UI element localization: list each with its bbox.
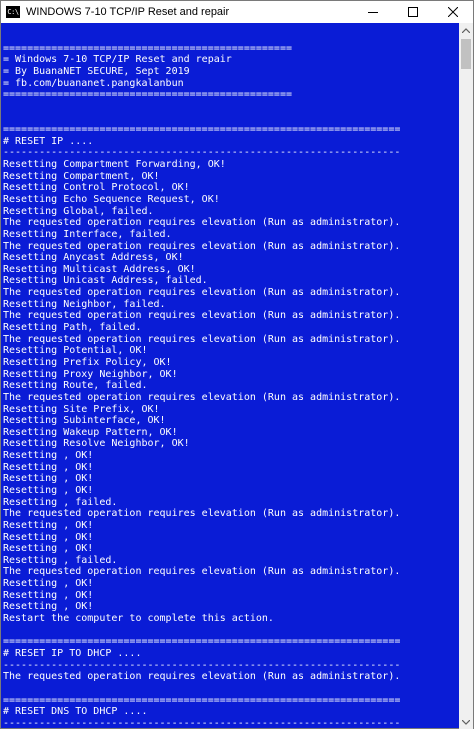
title-bar[interactable]: C:\ WINDOWS 7-10 TCP/IP Reset and repair (1, 1, 473, 23)
console-line: ========================================… (3, 124, 401, 136)
chevron-down-icon (462, 719, 470, 725)
console-line: # RESET DNS TO DHCP .... (3, 706, 148, 718)
console-line: Resetting Site Prefix, OK! (3, 403, 160, 415)
console-line: Resetting Multicast Address, OK! (3, 263, 196, 275)
console-line: Resetting , failed. (3, 554, 118, 566)
console-line: The requested operation requires elevati… (3, 310, 401, 322)
console-line: The requested operation requires elevati… (3, 333, 401, 345)
console-line: Resetting Potential, OK! (3, 345, 148, 357)
console-line: Resetting Echo Sequence Request, OK! (3, 193, 220, 205)
console-line: Resetting , OK! (3, 450, 94, 462)
minimize-button[interactable] (353, 1, 393, 23)
console-line: The requested operation requires elevati… (3, 566, 401, 578)
maximize-button[interactable] (393, 1, 433, 23)
chevron-up-icon (462, 27, 470, 33)
console-line: Resetting Resolve Neighbor, OK! (3, 438, 190, 450)
console-window: C:\ WINDOWS 7-10 TCP/IP Reset and repair… (0, 0, 474, 729)
scroll-down-button[interactable] (459, 715, 473, 729)
console-line: Resetting , OK! (3, 601, 94, 613)
console-line: Resetting Neighbor, failed. (3, 298, 166, 310)
console-line: Resetting Subinterface, OK! (3, 415, 166, 427)
console-line: ========================================… (3, 42, 292, 54)
console-line: Resetting Unicast Address, failed. (3, 275, 208, 287)
console-line: # RESET IP .... (3, 135, 94, 147)
console-line: The requested operation requires elevati… (3, 508, 401, 520)
console-line: The requested operation requires elevati… (3, 391, 401, 403)
console-line: Resetting , OK! (3, 484, 94, 496)
scrollbar-thumb[interactable] (461, 39, 471, 69)
console-output[interactable]: ========================================… (1, 23, 459, 729)
window-controls (353, 1, 473, 23)
console-line: Resetting , OK! (3, 589, 94, 601)
console-line: Resetting Interface, failed. (3, 228, 172, 240)
console-line: = fb.com/buananet.pangkalanbun (3, 77, 184, 89)
console-line: ----------------------------------------… (3, 659, 401, 671)
console-line: Resetting , OK! (3, 519, 94, 531)
close-button[interactable] (433, 1, 473, 23)
console-line: Resetting Prefix Policy, OK! (3, 356, 172, 368)
console-line: The requested operation requires elevati… (3, 240, 401, 252)
console-line: Resetting Global, failed. (3, 205, 154, 217)
console-line: Resetting Compartment Forwarding, OK! (3, 159, 226, 171)
console-line: The requested operation requires elevati… (3, 217, 401, 229)
console-line: = By BuanaNET SECURE, Sept 2019 (3, 65, 190, 77)
console-line: Resetting , OK! (3, 531, 94, 543)
console-app-icon[interactable]: C:\ (6, 6, 20, 18)
console-line: ========================================… (3, 636, 401, 648)
console-text: ========================================… (1, 23, 459, 729)
console-line: Resetting , OK! (3, 461, 94, 473)
console-line: ========================================… (3, 89, 292, 101)
scroll-up-button[interactable] (459, 23, 473, 37)
window-title: WINDOWS 7-10 TCP/IP Reset and repair (26, 6, 230, 18)
console-line: Resetting Compartment, OK! (3, 170, 160, 182)
console-line: The requested operation requires elevati… (3, 671, 401, 683)
console-line: Resetting Wakeup Pattern, OK! (3, 426, 178, 438)
console-line: ========================================… (3, 694, 401, 706)
console-line: = Windows 7-10 TCP/IP Reset and repair (3, 54, 232, 66)
console-line: Resetting Proxy Neighbor, OK! (3, 368, 178, 380)
console-line: # RESET IP TO DHCP .... (3, 647, 142, 659)
minimize-icon (368, 12, 378, 13)
console-line: Resetting , OK! (3, 473, 94, 485)
console-line: ----------------------------------------… (3, 717, 401, 729)
console-line: Restart the computer to complete this ac… (3, 613, 274, 625)
console-line: Resetting Anycast Address, OK! (3, 252, 184, 264)
vertical-scrollbar[interactable] (459, 23, 473, 729)
console-line: Resetting Control Protocol, OK! (3, 182, 190, 194)
console-line: Resetting Route, failed. (3, 380, 148, 392)
console-line: Resetting Path, failed. (3, 322, 142, 334)
console-line: Resetting , OK! (3, 543, 94, 555)
console-line: Resetting , failed. (3, 496, 118, 508)
close-icon (448, 7, 458, 17)
console-line: Resetting , OK! (3, 578, 94, 590)
console-line: The requested operation requires elevati… (3, 287, 401, 299)
maximize-icon (408, 7, 418, 17)
console-line: ----------------------------------------… (3, 147, 401, 159)
